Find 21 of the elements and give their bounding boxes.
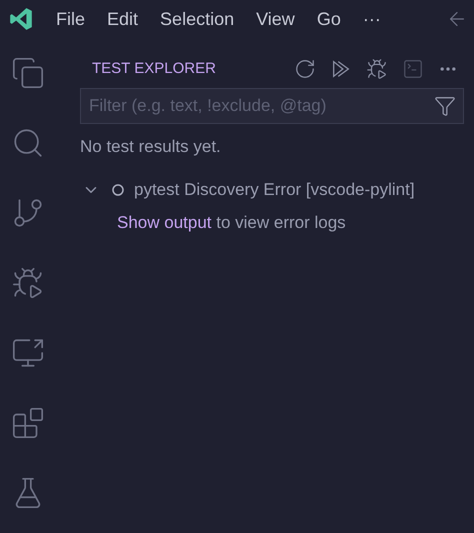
menu-item[interactable]: View (256, 6, 295, 32)
error-message: Show output to view error logs (117, 212, 347, 234)
debug-icon[interactable] (366, 58, 388, 80)
filter-icon[interactable] (434, 95, 456, 117)
files-icon[interactable] (11, 56, 45, 90)
panel-title: TEST EXPLORER (92, 58, 216, 79)
show-output-link[interactable]: Show output (117, 212, 212, 232)
empty-message: No test results yet. (80, 136, 222, 158)
menu-item[interactable]: Edit (107, 6, 138, 32)
filter-field[interactable]: Filter (e.g. text, !exclude, @tag) (80, 88, 464, 124)
app-logo-icon (8, 6, 34, 32)
blocks-icon[interactable] (11, 406, 45, 440)
menu-item[interactable]: Selection (160, 6, 234, 32)
menu-item[interactable]: ··· (362, 6, 381, 32)
status-icon (112, 184, 124, 196)
menu-item[interactable]: Go (316, 6, 341, 32)
refresh-icon[interactable] (294, 58, 316, 80)
menu-item[interactable]: File (56, 6, 86, 32)
tree-item-label[interactable]: pytest Discovery Error [vscode-pylint] (134, 176, 415, 202)
run-all-icon[interactable] (330, 58, 352, 80)
terminal-icon[interactable] (402, 58, 424, 80)
